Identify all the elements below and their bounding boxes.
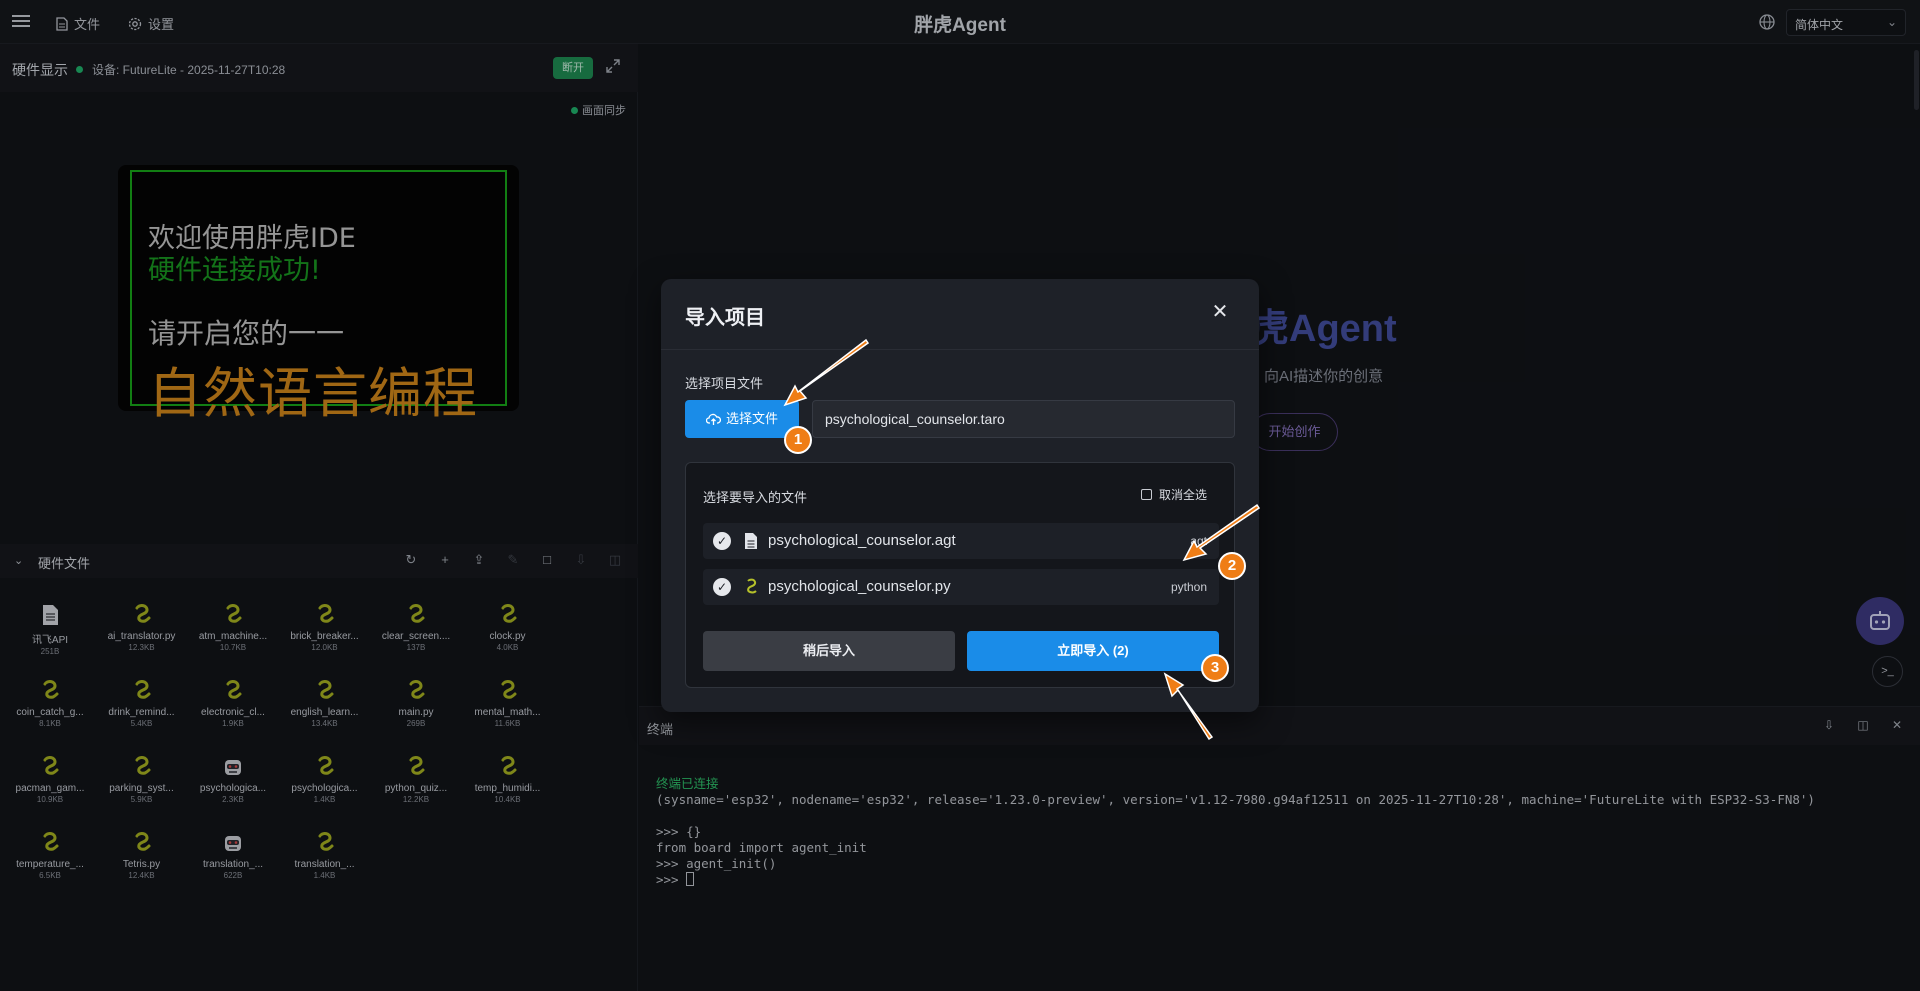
step-badge-2: 2 — [1218, 552, 1246, 580]
checkmark-icon[interactable]: ✓ — [713, 532, 731, 550]
import-later-button[interactable]: 稍后导入 — [703, 631, 955, 671]
file-list-label: 选择要导入的文件 — [703, 490, 808, 505]
step-badge-3: 3 — [1201, 654, 1229, 682]
selected-file-path: psychological_counselor.taro — [812, 400, 1235, 438]
import-file-type: python — [1170, 580, 1207, 594]
checkbox-icon — [1141, 489, 1152, 500]
step-badge-1: 1 — [784, 426, 812, 454]
document-icon — [745, 533, 757, 549]
import-file-row[interactable]: ✓ psychological_counselor.py python — [703, 569, 1219, 605]
choose-file-label: 选择文件 — [725, 411, 778, 426]
deselect-all-toggle[interactable]: 取消全选 — [1141, 486, 1207, 503]
dialog-title: 导入项目 — [685, 307, 765, 329]
checkmark-icon[interactable]: ✓ — [713, 578, 731, 596]
python-icon — [747, 578, 757, 594]
file-section-label: 选择项目文件 — [685, 376, 764, 391]
import-project-dialog: 导入项目 ✕ 选择项目文件 选择文件 psychological_counsel… — [661, 279, 1259, 712]
import-file-name: psychological_counselor.agt — [768, 532, 956, 549]
cloud-upload-icon — [705, 413, 722, 425]
import-file-row[interactable]: ✓ psychological_counselor.agt agt — [703, 523, 1219, 559]
file-selection-box: 选择要导入的文件 取消全选 ✓ psychological_counselor.… — [685, 462, 1235, 688]
choose-file-button[interactable]: 选择文件 — [685, 400, 799, 438]
divider — [661, 349, 1259, 350]
import-now-button[interactable]: 立即导入 (2) — [967, 631, 1219, 671]
close-icon[interactable]: ✕ — [1209, 301, 1231, 323]
import-file-type: agt — [1190, 534, 1207, 548]
deselect-all-label: 取消全选 — [1159, 488, 1208, 502]
import-file-name: psychological_counselor.py — [768, 578, 951, 595]
